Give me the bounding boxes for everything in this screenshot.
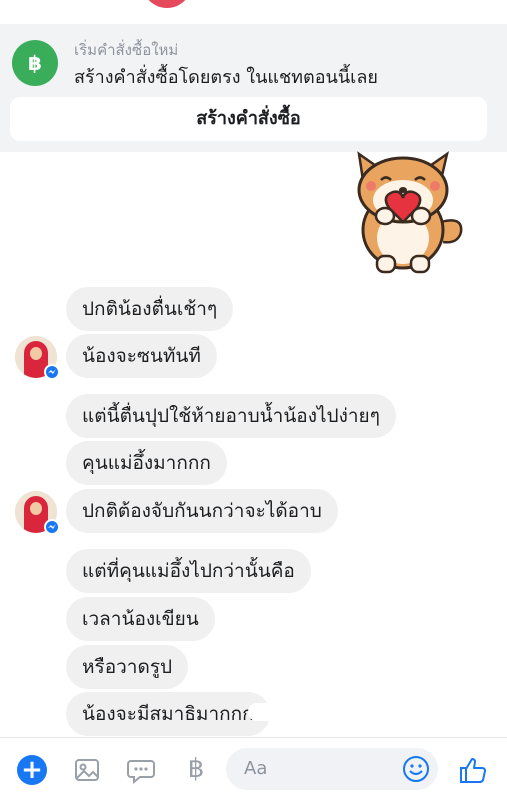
emoji-icon[interactable] — [402, 755, 430, 783]
message-bubble[interactable]: หรือวาดรูป — [66, 645, 189, 689]
messenger-badge-icon — [44, 519, 60, 535]
typing-indicator — [248, 703, 276, 721]
message-bubble[interactable]: คุนแม่อึ้งมากกก — [66, 441, 227, 485]
messenger-badge-icon — [44, 364, 60, 380]
message-bubble[interactable]: น้องจะมีสมาธิมากกก — [66, 692, 270, 736]
message-bubble[interactable]: แต่ที่คุนแม่อึ้งไปกว่านั้นคือ — [66, 549, 311, 593]
baht-icon: ฿ — [12, 40, 58, 86]
quick-reply-icon[interactable] — [126, 755, 156, 785]
message-bubble[interactable]: แต่นี้ตื่นปุปใช้ห้ายอาบน้ำน้องไปง่ายๆ — [66, 394, 396, 438]
message-bubble[interactable]: ปกติน้องตื่นเช้าๆ — [66, 287, 234, 331]
photo-icon[interactable] — [72, 755, 102, 785]
message-input-placeholder: Aa — [244, 758, 268, 779]
payment-icon[interactable]: ฿ — [182, 752, 210, 786]
create-order-button[interactable]: สร้างคำสั่งซื้อ — [10, 97, 487, 141]
shiba-heart-sticker — [357, 151, 463, 274]
contact-avatar-partial — [142, 0, 192, 8]
message-input[interactable]: Aa — [226, 748, 438, 790]
chat-screen: ฿ เริ่มคำสั่งซื้อใหม่ สร้างคำสั่งซื้อโดย… — [0, 0, 507, 800]
message-bubble[interactable]: เวลาน้องเขียน — [66, 597, 215, 641]
message-bubble[interactable]: ปกติต้องจับกันนกว่าจะได้อาบ — [66, 489, 338, 533]
contact-avatar[interactable] — [15, 336, 60, 380]
order-panel: ฿ เริ่มคำสั่งซื้อใหม่ สร้างคำสั่งซื้อโดย… — [0, 24, 507, 152]
contact-avatar[interactable] — [15, 491, 60, 535]
thumbs-up-icon[interactable] — [457, 754, 489, 786]
add-button[interactable]: + — [17, 755, 47, 785]
message-bubble[interactable]: น้องจะซนทันที — [66, 334, 217, 378]
order-title: สร้างคำสั่งซื้อโดยตรง ในแชทตอนนี้เลย — [74, 67, 378, 88]
order-subtitle: เริ่มคำสั่งซื้อใหม่ — [74, 41, 179, 59]
composer-bar: + ฿ Aa — [0, 737, 507, 800]
